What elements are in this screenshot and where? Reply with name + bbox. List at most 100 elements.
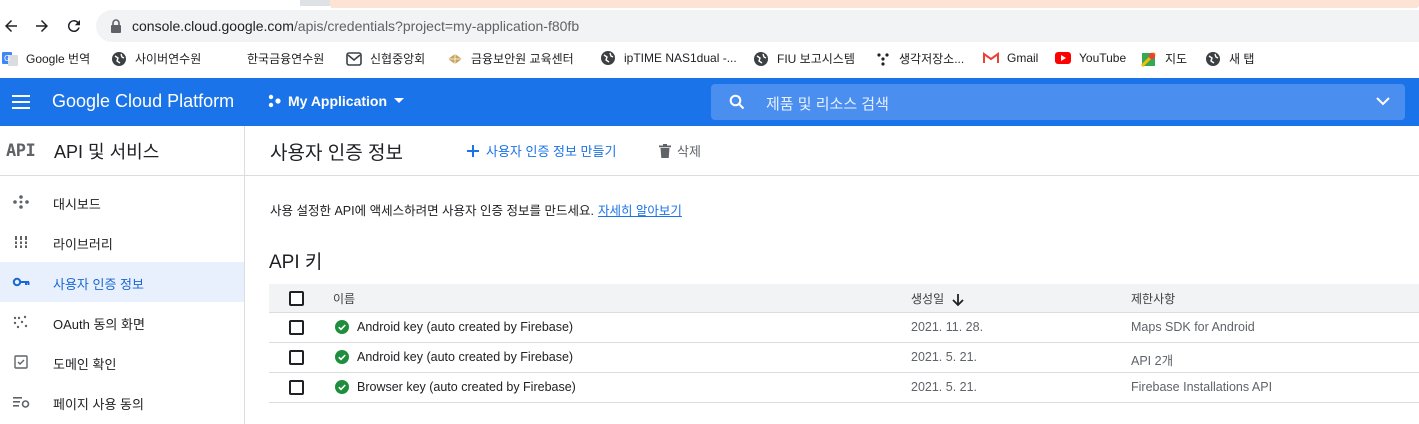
oauth-consent-icon [12,314,30,330]
dashboard-icon [12,194,30,210]
globe-icon [1205,51,1221,67]
bookmark-item[interactable]: 지도 [1141,50,1187,67]
main-content: 사용자 인증 정보 사용자 인증 정보 만들기 삭제 사용 설정한 API에 액… [245,126,1419,424]
sidebar-item-dashboard[interactable]: 대시보드 [0,182,244,222]
project-selector[interactable]: My Application [268,93,405,109]
row-checkbox[interactable] [289,350,304,365]
page-title: 사용자 인증 정보 [270,143,403,164]
search-input[interactable]: 제품 및 리소스 검색 [711,84,1405,120]
select-all-checkbox[interactable] [289,291,304,306]
address-bar[interactable]: console.cloud.google.com/apis/credential… [96,10,1419,42]
diamond-icon [447,51,463,67]
learn-more-link[interactable]: 자세히 알아보기 [598,204,682,218]
sidebar-item-page-consent[interactable]: 페이지 사용 동의 [0,382,244,422]
menu-icon[interactable] [12,93,32,111]
active-tab[interactable] [0,0,300,6]
create-credentials-label: 사용자 인증 정보 만들기 [486,144,617,159]
key-restrictions: Firebase Installations API [1131,380,1273,394]
plus-icon [467,144,479,157]
delete-button[interactable]: 삭제 [659,141,701,160]
table-header: 이름 생성일 제한사항 [269,284,1419,313]
sidebar-item-label: 대시보드 [53,197,101,212]
create-credentials-button[interactable]: 사용자 인증 정보 만들기 [466,141,616,160]
bookmarks-bar: G Google 번역 사이버연수원 한국금융연수원 신협중앙회 금융보안원 교… [0,44,1419,74]
back-button[interactable] [0,15,22,37]
bookmark-item[interactable]: 금융보안원 교육센터 [447,50,574,67]
sidebar-item-library[interactable]: 라이브러리 [0,222,244,262]
project-icon [268,94,281,108]
sidebar-title: API 및 서비스 [54,142,160,162]
key-created: 2021. 5. 21. [911,350,978,364]
sidebar-item-label: 페이지 사용 동의 [53,397,144,412]
gcp-header: Google Cloud Platform My Application 제품 … [0,78,1419,126]
bookmark-item[interactable]: 사이버연수원 [111,50,201,67]
column-header-created[interactable]: 생성일 [911,290,964,307]
bookmark-item[interactable]: 생각저장소... [875,50,964,67]
browser-toolbar: console.cloud.google.com/apis/credential… [0,8,1419,44]
sidebar-item-label: OAuth 동의 화면 [53,317,145,332]
key-created: 2021. 11. 28. [911,320,984,334]
description: 사용 설정한 API에 액세스하려면 사용자 인증 정보를 만드세요. [270,204,594,218]
domain-check-icon [12,354,30,370]
dots-icon [875,51,891,67]
bookmark-item[interactable]: G Google 번역 [2,50,90,67]
row-checkbox[interactable] [289,380,304,395]
trash-icon [659,143,671,158]
sidebar-header: API API 및 서비스 [0,126,244,176]
svg-text:G: G [4,54,10,63]
forward-button[interactable] [31,15,53,37]
arrow-left-icon [5,20,17,32]
bookmark-item[interactable]: YouTube [1055,50,1126,66]
globe-icon [111,51,127,67]
column-header-name[interactable]: 이름 [333,290,355,307]
url-text: console.cloud.google.com/apis/credential… [132,18,580,34]
bookmark-item[interactable]: 한국금융연수원 [223,50,324,67]
api-keys-table: 이름 생성일 제한사항 Android key (auto created by… [269,284,1419,403]
key-created: 2021. 5. 21. [911,380,978,394]
sidebar-item-label: 라이브러리 [53,237,113,252]
lock-icon [111,19,121,33]
search-placeholder: 제품 및 리소스 검색 [766,96,889,113]
bookmark-item[interactable]: Gmail [983,50,1038,66]
key-restrictions: Maps SDK for Android [1131,320,1255,334]
mail-icon [346,51,362,67]
sidebar-item-domain[interactable]: 도메인 확인 [0,342,244,382]
sidebar: API API 및 서비스 대시보드 라이브러리 사용자 인증 정보 OAuth… [0,126,245,424]
bookmark-item[interactable]: FIU 보고시스템 [753,50,855,67]
check-circle-icon [335,320,349,334]
api-badge: API [6,141,36,161]
table-row[interactable]: Android key (auto created by Firebase) 2… [269,313,1419,343]
sidebar-item-credentials[interactable]: 사용자 인증 정보 [0,262,244,302]
library-icon [12,234,30,250]
browser-tab-strip [0,0,1419,10]
page-consent-icon [12,394,30,410]
table-row[interactable]: Android key (auto created by Firebase) 2… [269,343,1419,373]
key-name[interactable]: Android key (auto created by Firebase) [357,320,573,334]
bookmark-item[interactable]: 신협중앙회 [346,50,425,67]
description-text: 사용 설정한 API에 액세스하려면 사용자 인증 정보를 만드세요. 자세히 알… [270,200,682,219]
column-header-created-label: 생성일 [911,292,945,306]
reload-button[interactable] [63,15,85,37]
row-checkbox[interactable] [289,320,304,335]
platform-title[interactable]: Google Cloud Platform [52,91,234,112]
key-restrictions: API 2개 [1131,354,1174,368]
globe-icon [600,50,616,66]
check-circle-icon [335,350,349,364]
google-translate-icon: G [2,51,18,67]
key-name[interactable]: Android key (auto created by Firebase) [357,350,573,364]
blank-icon [223,51,239,67]
table-row[interactable]: Browser key (auto created by Firebase) 2… [269,373,1419,403]
column-header-restrictions[interactable]: 제한사항 [1131,290,1175,307]
sidebar-item-oauth[interactable]: OAuth 동의 화면 [0,302,244,342]
key-name[interactable]: Browser key (auto created by Firebase) [357,380,576,394]
youtube-icon [1055,50,1071,66]
maps-icon [1141,51,1157,67]
project-name: My Application [288,93,388,109]
chevron-down-icon[interactable] [1375,95,1391,107]
search-icon [729,94,745,110]
bookmark-item[interactable]: 새 탭 [1205,50,1254,67]
arrow-right-icon [36,20,48,32]
bookmark-item[interactable]: ipTIME NAS1dual -... [600,50,737,66]
page-header: 사용자 인증 정보 사용자 인증 정보 만들기 삭제 [245,126,1419,176]
globe-icon [753,51,769,67]
